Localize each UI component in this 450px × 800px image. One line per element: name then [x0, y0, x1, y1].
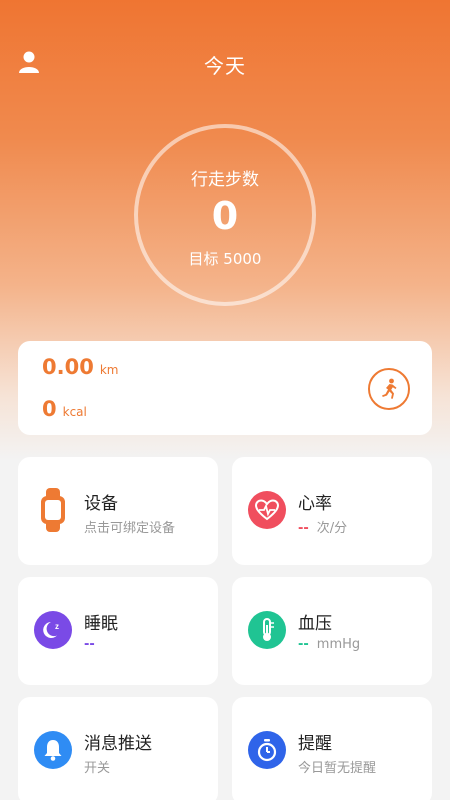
blood-pressure-card[interactable]: 血压 -- mmHg [232, 577, 432, 685]
blood-pressure-reading: -- mmHg [298, 637, 360, 652]
stopwatch-icon [248, 731, 286, 769]
heart-rate-value: -- [298, 521, 309, 536]
heart-rate-title: 心率 [298, 494, 332, 514]
heart-rate-icon [248, 491, 286, 529]
thermometer-icon [248, 611, 286, 649]
device-subtitle: 点击可绑定设备 [84, 521, 176, 536]
start-run-button[interactable] [368, 368, 410, 410]
message-push-card[interactable]: 消息推送 开关 [18, 697, 218, 800]
sleep-title: 睡眠 [84, 614, 118, 634]
blood-pressure-unit: mmHg [316, 637, 361, 652]
watch-icon [34, 488, 72, 532]
reminder-title: 提醒 [298, 734, 332, 754]
device-card[interactable]: 设备 点击可绑定设备 [18, 457, 218, 565]
calorie-value: 0 [42, 397, 57, 421]
blood-pressure-value: -- [298, 637, 309, 652]
moon-icon: z [34, 611, 72, 649]
sleep-reading: -- [84, 637, 103, 652]
calorie-row: 0 kcal [42, 397, 87, 421]
heart-rate-unit: 次/分 [316, 521, 348, 536]
activity-summary-card: 0.00 km 0 kcal [18, 341, 432, 435]
blood-pressure-title: 血压 [298, 614, 332, 634]
reminder-subtitle: 今日暂无提醒 [298, 761, 377, 776]
sleep-value: -- [84, 637, 95, 652]
device-title: 设备 [84, 494, 118, 514]
distance-unit: km [99, 363, 119, 377]
page-title: 今天 [204, 54, 246, 78]
message-push-title: 消息推送 [84, 734, 152, 754]
heart-rate-reading: -- 次/分 [298, 517, 347, 536]
steps-value: 0 [211, 194, 239, 238]
calorie-unit: kcal [62, 405, 87, 419]
steps-goal: 目标 5000 [188, 250, 262, 268]
heart-rate-card[interactable]: 心率 -- 次/分 [232, 457, 432, 565]
svg-text:z: z [55, 622, 59, 631]
running-icon [382, 378, 397, 399]
sleep-card[interactable]: z 睡眠 -- [18, 577, 218, 685]
message-push-switch: 开关 [84, 761, 111, 776]
steps-label: 行走步数 [191, 170, 259, 190]
reminder-card[interactable]: 提醒 今日暂无提醒 [232, 697, 432, 800]
distance-value: 0.00 [42, 355, 94, 379]
bell-icon [34, 731, 72, 769]
distance-row: 0.00 km [42, 355, 118, 379]
